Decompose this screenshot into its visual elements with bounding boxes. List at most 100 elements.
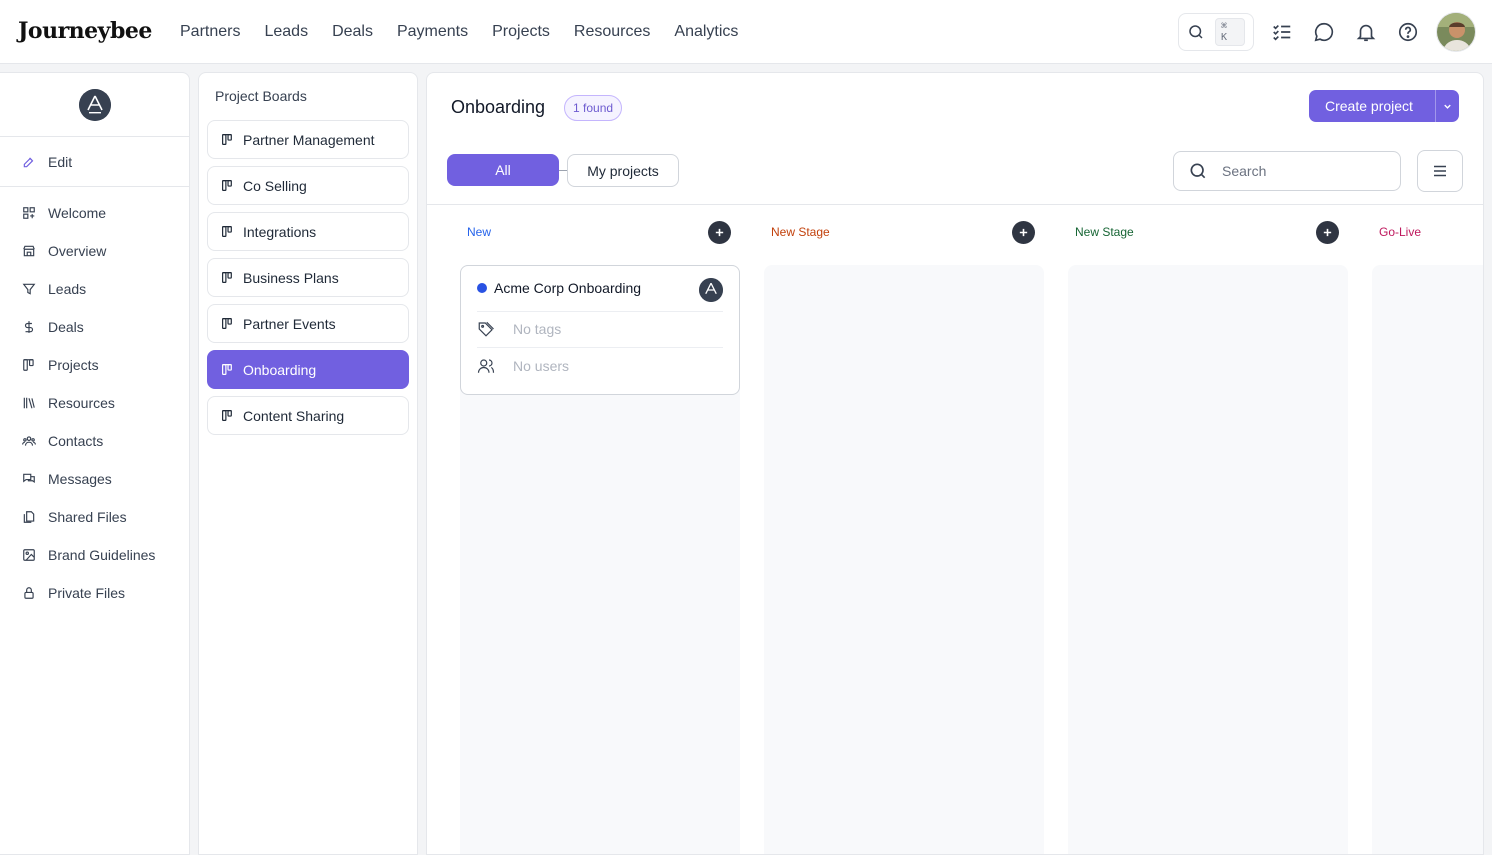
- sidebar-item-label: Welcome: [48, 205, 107, 221]
- add-project-new-stage-1-button[interactable]: [1012, 221, 1035, 244]
- filter-all-button[interactable]: All: [447, 154, 559, 186]
- status-dot: [477, 283, 487, 293]
- board-icon: [23, 359, 34, 371]
- sidebar-item-label: Contacts: [48, 433, 104, 449]
- column-body-go-live: [1372, 265, 1483, 854]
- tasks-button[interactable]: [1268, 13, 1296, 51]
- column-header-new-stage-1: New Stage: [771, 217, 830, 247]
- board-item-co-selling[interactable]: Co Selling: [207, 166, 409, 205]
- sidebar-item-overview[interactable]: Overview: [0, 232, 189, 270]
- edit-label: Edit: [48, 153, 73, 170]
- sidebar-item-contacts[interactable]: Contacts: [0, 422, 189, 460]
- project-card-name: Acme Corp Onboarding: [494, 280, 642, 296]
- messages-icon: [23, 473, 35, 484]
- nav-leads[interactable]: Leads: [264, 23, 308, 41]
- sidebar-item-messages[interactable]: Messages: [0, 460, 189, 498]
- plus-icon: [1323, 228, 1332, 237]
- board-list: Partner Management Co Selling Integratio…: [207, 120, 409, 435]
- shortcut-hint: ⌘ K: [1214, 18, 1245, 46]
- project-boards-panel: Project Boards Partner Management Co Sel…: [198, 72, 418, 855]
- board-icon: [222, 180, 232, 191]
- nav-projects[interactable]: Projects: [492, 23, 550, 41]
- bell-icon: [1356, 24, 1376, 42]
- board-icon: [222, 318, 232, 329]
- sidebar-item-resources[interactable]: Resources: [0, 384, 189, 422]
- add-project-new-stage-2-button[interactable]: [1316, 221, 1339, 244]
- users-icon: [477, 359, 495, 373]
- filter-my-projects-button[interactable]: My projects: [567, 154, 679, 187]
- board-item-business-plans[interactable]: Business Plans: [207, 258, 409, 297]
- help-button[interactable]: [1394, 13, 1422, 51]
- column-title: Go-Live: [1379, 225, 1422, 239]
- notifications-button[interactable]: [1352, 13, 1380, 51]
- nav-deals[interactable]: Deals: [332, 23, 373, 41]
- sidebar-item-label: Brand Guidelines: [48, 547, 156, 563]
- global-search-button[interactable]: ⌘ K: [1178, 13, 1254, 51]
- sidebar-item-leads[interactable]: Leads: [0, 270, 189, 308]
- view-menu-button[interactable]: [1417, 150, 1463, 192]
- chat-bubble-icon: [1314, 22, 1334, 42]
- board-icon: [222, 272, 232, 283]
- dollar-icon: [24, 321, 34, 333]
- sidebar-item-label: Messages: [48, 471, 112, 487]
- board-item-partner-events[interactable]: Partner Events: [207, 304, 409, 343]
- sidebar-item-deals[interactable]: Deals: [0, 308, 189, 346]
- main-nav: Partners Leads Deals Payments Projects R…: [180, 0, 738, 64]
- sidebar-item-projects[interactable]: Projects: [0, 346, 189, 384]
- app-logo[interactable]: Journeybee: [18, 18, 152, 44]
- board-item-partner-management[interactable]: Partner Management: [207, 120, 409, 159]
- acme-logo-icon[interactable]: [78, 88, 111, 121]
- hamburger-menu-icon: [1434, 165, 1446, 177]
- board-item-onboarding[interactable]: Onboarding: [207, 350, 409, 389]
- nav-partners[interactable]: Partners: [180, 23, 240, 41]
- sidebar-item-label: Resources: [48, 395, 115, 411]
- filter-connector: [559, 170, 567, 171]
- workspace-sidebar: Edit Welcome Overview Leads Deals Projec…: [0, 72, 190, 855]
- column-title: New Stage: [771, 225, 830, 239]
- sidebar-item-welcome[interactable]: Welcome: [0, 194, 189, 232]
- image-icon: [23, 549, 35, 561]
- create-options-dropdown[interactable]: [1435, 90, 1459, 122]
- project-card[interactable]: Acme Corp Onboarding No tags No users: [460, 265, 740, 395]
- sidebar-item-brand-guidelines[interactable]: Brand Guidelines: [0, 536, 189, 574]
- edit-button[interactable]: Edit: [0, 137, 189, 187]
- files-icon: [23, 511, 35, 523]
- sidebar-item-label: Private Files: [48, 585, 126, 601]
- board-search[interactable]: [1173, 151, 1401, 191]
- search-input[interactable]: [1222, 163, 1382, 179]
- chat-button[interactable]: [1310, 13, 1338, 51]
- column-title: New Stage: [1075, 225, 1134, 239]
- found-count-badge: 1 found: [564, 95, 623, 121]
- sidebar-item-private-files[interactable]: Private Files: [0, 574, 189, 612]
- page-title: Onboarding: [451, 97, 546, 117]
- tags-placeholder: No tags: [513, 321, 562, 337]
- board-icon: [222, 134, 232, 145]
- user-avatar[interactable]: [1436, 12, 1476, 52]
- board-item-label: Business Plans: [243, 269, 339, 286]
- project-card-tags[interactable]: No tags: [477, 311, 723, 347]
- board-icon: [222, 410, 232, 421]
- column-body-new-stage-2: [1068, 265, 1348, 854]
- plus-icon: [1019, 228, 1028, 237]
- board-item-label: Partner Events: [243, 315, 336, 332]
- sidebar-item-shared-files[interactable]: Shared Files: [0, 498, 189, 536]
- users-placeholder: No users: [513, 358, 570, 374]
- contacts-icon: [22, 436, 36, 446]
- sidebar-item-label: Deals: [48, 319, 84, 335]
- top-navigation-bar: Journeybee Partners Leads Deals Payments…: [0, 0, 1492, 64]
- nav-analytics[interactable]: Analytics: [674, 23, 738, 41]
- search-icon: [1190, 163, 1206, 179]
- nav-payments[interactable]: Payments: [397, 23, 468, 41]
- widgets-icon: [23, 207, 35, 219]
- project-card-title: Acme Corp Onboarding: [477, 280, 641, 296]
- board-item-integrations[interactable]: Integrations: [207, 212, 409, 251]
- board-icon: [222, 226, 232, 237]
- add-project-new-button[interactable]: [708, 221, 731, 244]
- nav-resources[interactable]: Resources: [574, 23, 650, 41]
- create-project-button[interactable]: Create project: [1309, 90, 1459, 122]
- project-card-users[interactable]: No users: [477, 348, 723, 384]
- board-item-label: Content Sharing: [243, 407, 345, 424]
- board-main-panel: Onboarding 1 found Create project All My…: [426, 72, 1484, 855]
- board-item-content-sharing[interactable]: Content Sharing: [207, 396, 409, 435]
- toolbar-divider: [427, 204, 1483, 205]
